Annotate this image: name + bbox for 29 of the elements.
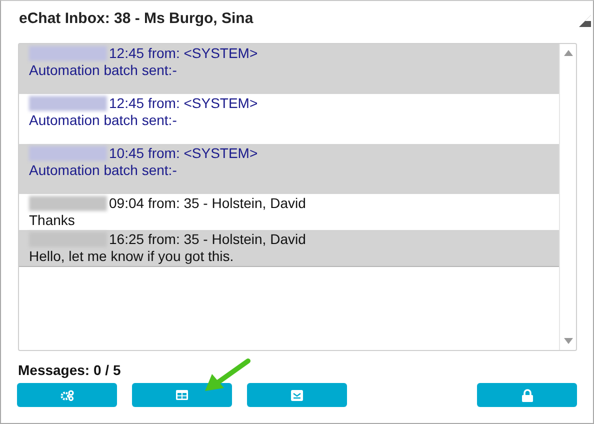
message-time: 09:04 xyxy=(109,195,144,212)
table-icon xyxy=(176,390,188,400)
message-sender: from: <SYSTEM> xyxy=(148,145,258,162)
message-sender: from: <SYSTEM> xyxy=(148,95,258,112)
table-button[interactable] xyxy=(132,383,232,407)
message-body: Automation batch sent:- xyxy=(29,62,178,79)
window-title: eChat Inbox: 38 - Ms Burgo, Sina xyxy=(18,10,254,26)
message-item[interactable]: 12:45 from: <SYSTEM> Automation batch sent:- xyxy=(19,44,559,94)
message-time: 10:45 xyxy=(109,145,144,162)
message-sender: from: 35 - Holstein, David xyxy=(148,231,306,248)
message-time: 16:25 xyxy=(109,231,144,248)
message-body: Hello, let me know if you got this. xyxy=(29,248,235,265)
scroll-down-icon[interactable] xyxy=(564,338,572,344)
lock-button[interactable] xyxy=(477,383,577,407)
message-time: 12:45 xyxy=(109,45,144,62)
lock-icon xyxy=(522,388,532,402)
message-item[interactable]: 16:25 from: 35 - Holstein, David Hello, let me know if you got this. xyxy=(19,230,559,267)
message-time: 12:45 xyxy=(109,95,144,112)
mail-button[interactable] xyxy=(247,383,347,407)
message-item[interactable]: 10:45 from: <SYSTEM> Automation batch sent:- xyxy=(19,144,559,194)
message-body: Automation batch sent:- xyxy=(29,162,178,179)
message-sender: from: 35 - Holstein, David xyxy=(148,195,306,212)
message-counter: Messages: 0 / 5 xyxy=(18,362,122,378)
scroll-up-icon[interactable] xyxy=(564,50,572,56)
settings-button[interactable] xyxy=(17,383,117,407)
message-body: Automation batch sent:- xyxy=(29,112,178,129)
message-body: Thanks xyxy=(29,212,76,229)
message-sender: from: <SYSTEM> xyxy=(148,45,258,62)
envelope-icon xyxy=(291,390,303,400)
